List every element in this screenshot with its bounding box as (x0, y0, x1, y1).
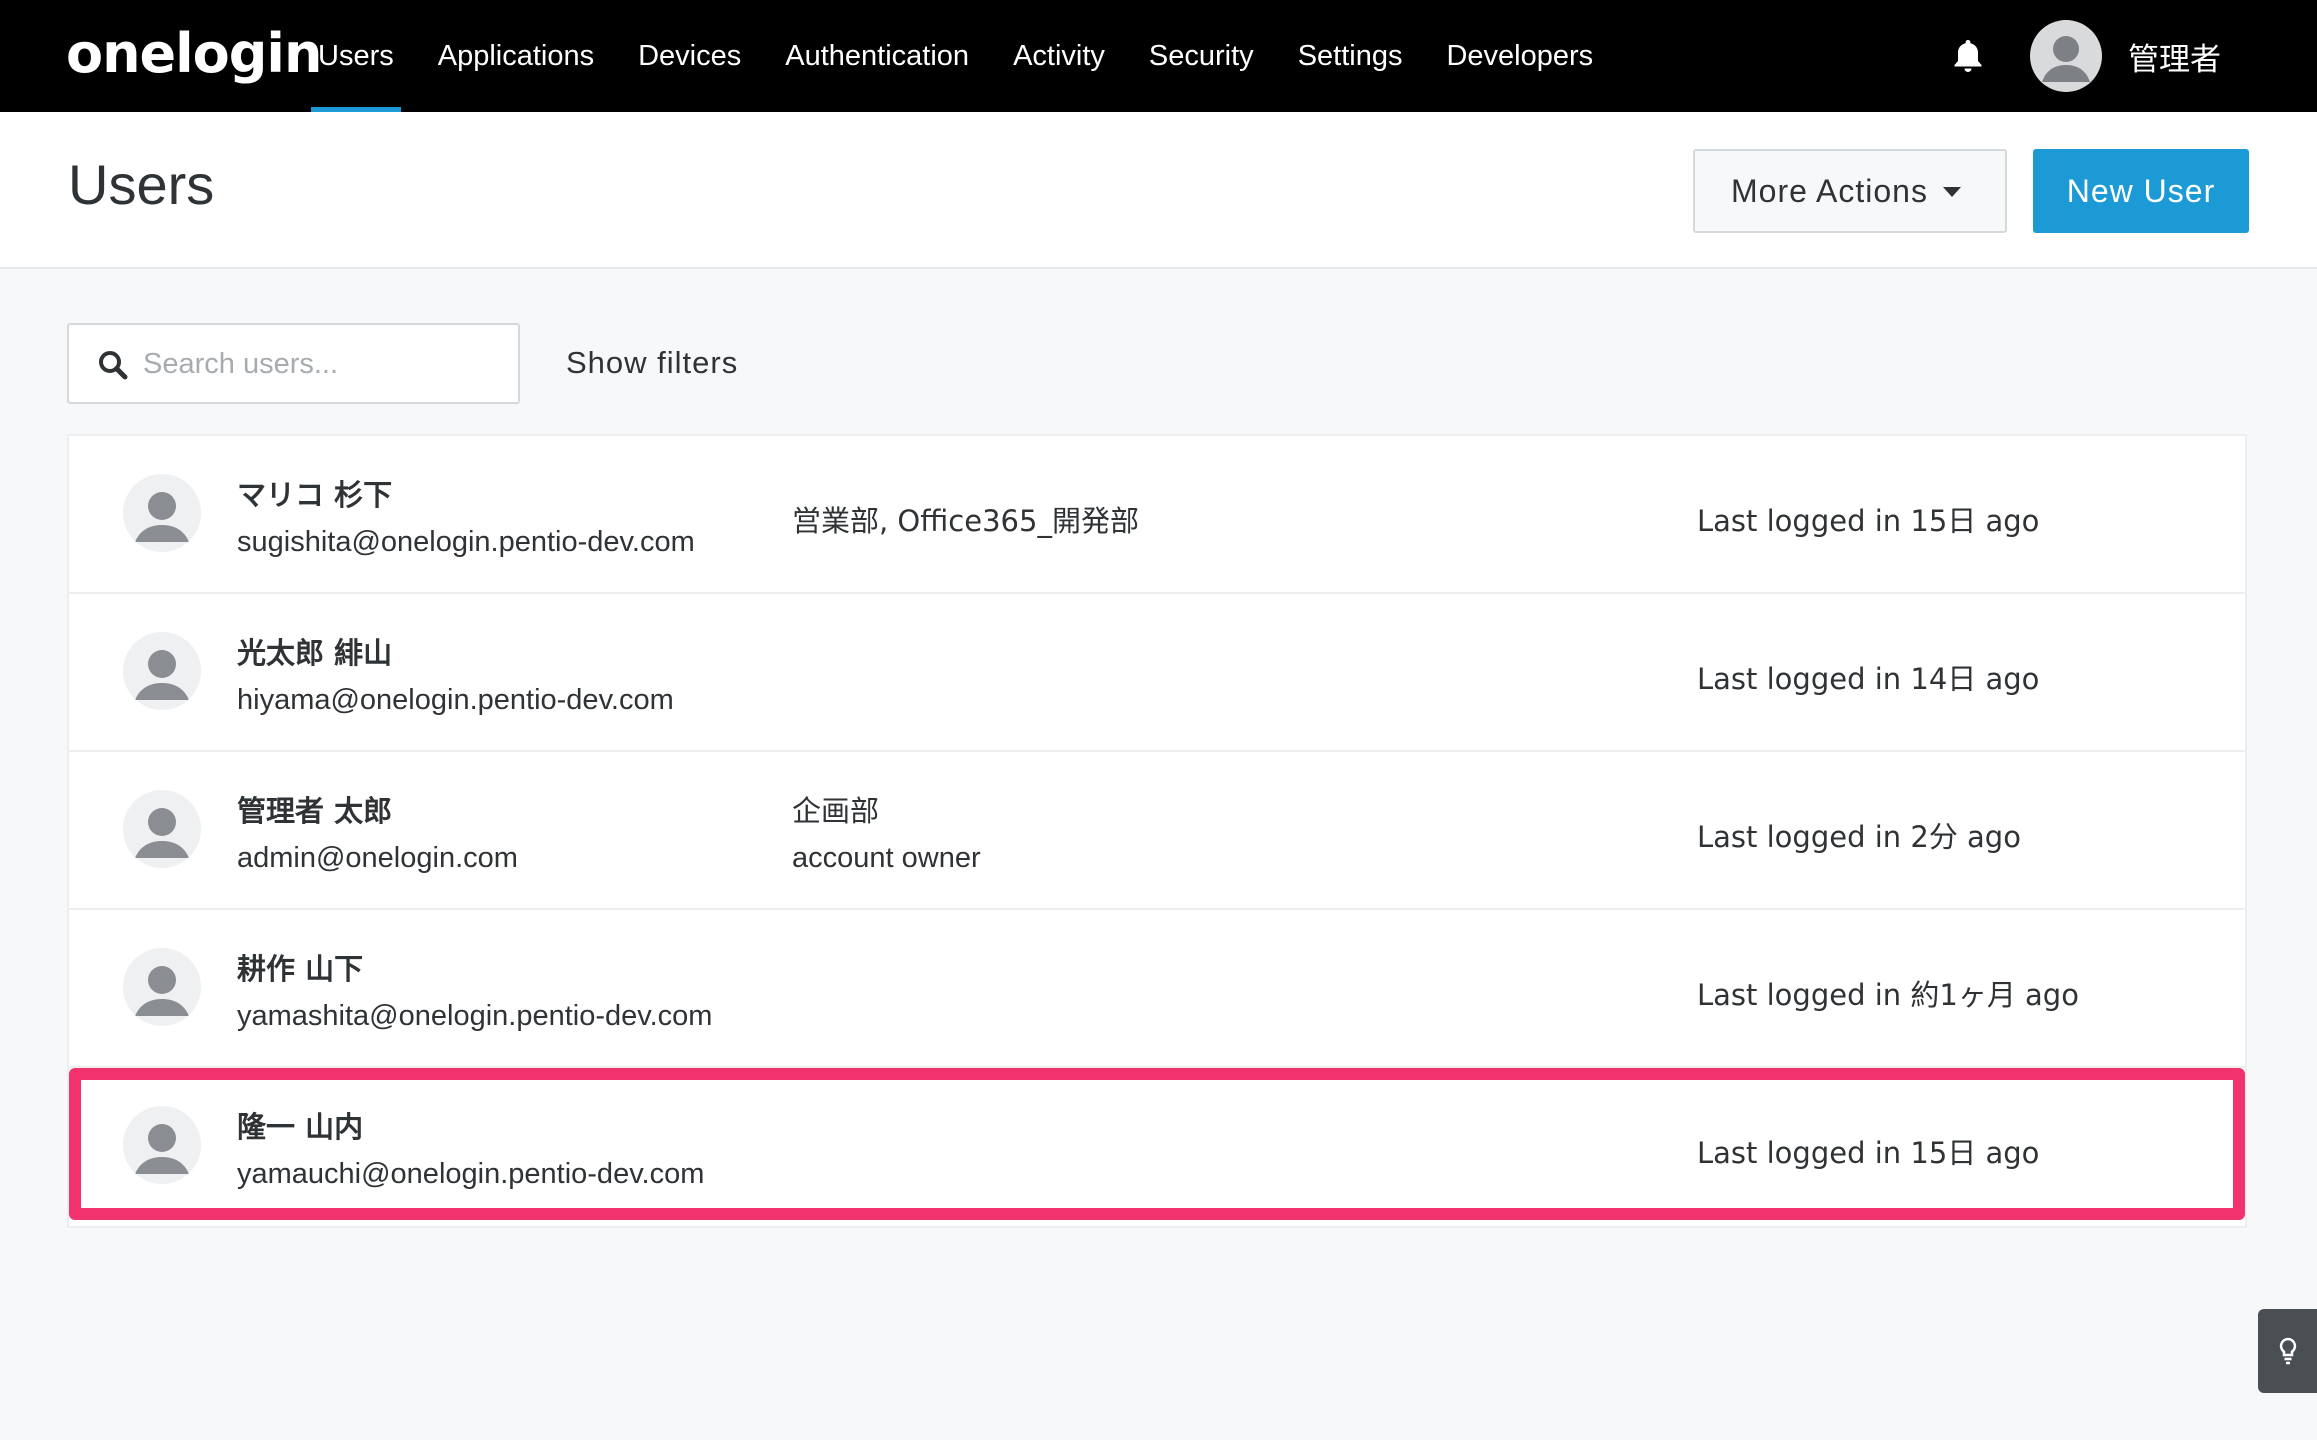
lightbulb-icon (2279, 1337, 2297, 1365)
search-box (67, 323, 520, 404)
nav-users[interactable]: Users (296, 0, 416, 112)
search-input[interactable] (143, 337, 503, 391)
last-login: Last logged in 14日 ago (1697, 662, 2040, 696)
user-row[interactable]: マリコ 杉下 sugishita@onelogin.pentio-dev.com… (69, 436, 2245, 594)
page-title: Users (68, 153, 215, 216)
user-avatar[interactable] (2030, 20, 2102, 92)
nav-activity[interactable]: Activity (991, 0, 1127, 112)
last-login: Last logged in 15日 ago (1697, 1136, 2040, 1170)
user-groups: 営業部, Office365_開発部 (792, 504, 1139, 538)
user-email: admin@onelogin.com (237, 842, 518, 874)
bell-icon[interactable] (1952, 38, 1984, 74)
avatar-icon (123, 632, 201, 710)
user-email: sugishita@onelogin.pentio-dev.com (237, 526, 695, 558)
top-navigation: onelogin Users Applications Devices Auth… (0, 0, 2317, 112)
user-groups: 企画部 (792, 794, 880, 828)
page-header: Users More Actions New User (0, 112, 2317, 269)
user-row-highlighted[interactable]: 隆一 山内 yamauchi@onelogin.pentio-dev.com L… (69, 1068, 2245, 1226)
nav-devices[interactable]: Devices (616, 0, 763, 112)
user-role: account owner (792, 842, 981, 874)
onelogin-logo[interactable]: onelogin (66, 22, 322, 85)
more-actions-label: More Actions (1731, 172, 1928, 209)
show-filters-link[interactable]: Show filters (566, 345, 738, 381)
nav-settings[interactable]: Settings (1276, 0, 1425, 112)
last-login: Last logged in 約1ヶ月 ago (1697, 978, 2079, 1012)
nav-authentication[interactable]: Authentication (763, 0, 991, 112)
new-user-button[interactable]: New User (2033, 149, 2249, 233)
user-row[interactable]: 管理者 太郎 admin@onelogin.com 企画部 account ow… (69, 752, 2245, 910)
more-actions-button[interactable]: More Actions (1693, 149, 2007, 233)
user-name-text: 隆一 山内 (237, 1110, 364, 1144)
user-row[interactable]: 耕作 山下 yamashita@onelogin.pentio-dev.com … (69, 910, 2245, 1068)
user-email: hiyama@onelogin.pentio-dev.com (237, 684, 674, 716)
avatar-icon (123, 1106, 201, 1184)
user-name-text: マリコ 杉下 (237, 478, 393, 512)
nav-applications[interactable]: Applications (416, 0, 616, 112)
user-row[interactable]: 光太郎 緋山 hiyama@onelogin.pentio-dev.com La… (69, 594, 2245, 752)
last-login: Last logged in 15日 ago (1697, 504, 2040, 538)
help-tab[interactable] (2258, 1309, 2317, 1393)
avatar-icon (123, 474, 201, 552)
last-login: Last logged in 2分 ago (1697, 820, 2021, 854)
user-name-text: 光太郎 緋山 (237, 636, 393, 670)
nav-developers[interactable]: Developers (1424, 0, 1615, 112)
user-name-text: 耕作 山下 (237, 952, 364, 986)
caret-down-icon (1943, 187, 1961, 197)
user-email: yamashita@onelogin.pentio-dev.com (237, 1000, 713, 1032)
avatar-icon (123, 948, 201, 1026)
search-icon (99, 351, 128, 380)
avatar-icon (123, 790, 201, 868)
user-list: マリコ 杉下 sugishita@onelogin.pentio-dev.com… (67, 434, 2247, 1228)
user-name[interactable]: 管理者 (2128, 34, 2221, 79)
nav-security[interactable]: Security (1127, 0, 1276, 112)
main-nav: Users Applications Devices Authenticatio… (296, 0, 1615, 112)
user-name-text: 管理者 太郎 (237, 794, 393, 828)
user-email: yamauchi@onelogin.pentio-dev.com (237, 1158, 705, 1190)
